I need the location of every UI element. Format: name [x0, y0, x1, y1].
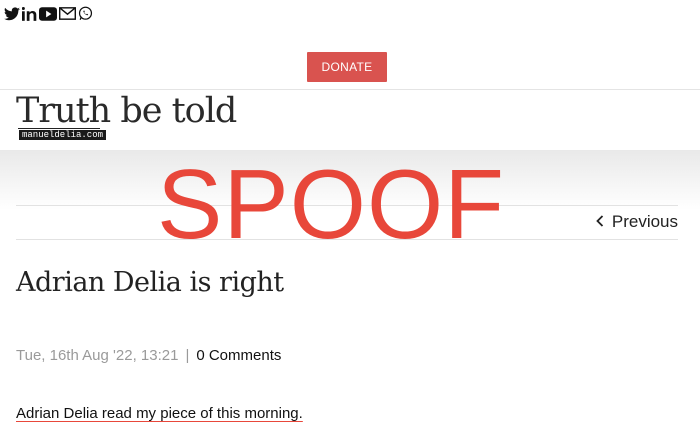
post-body-first-line: Adrian Delia read my piece of this morni… [16, 405, 303, 422]
email-icon[interactable] [59, 7, 76, 20]
donate-button[interactable]: DONATE [307, 52, 387, 82]
meta-separator: | [185, 347, 190, 364]
youtube-icon[interactable] [39, 6, 57, 21]
post-date: Tue, 16th Aug '22, 13:21 [16, 347, 179, 364]
previous-label: Previous [611, 212, 678, 231]
twitter-icon[interactable] [4, 6, 20, 21]
previous-post-link[interactable]: Previous [596, 212, 678, 232]
linkedin-icon[interactable] [22, 6, 37, 21]
post-title: Adrian Delia is right [16, 267, 284, 298]
comments-link[interactable]: 0 Comments [196, 347, 281, 364]
social-links [4, 6, 93, 21]
chevron-left-icon [596, 212, 604, 232]
spoof-overlay: SPOOF [157, 149, 506, 259]
site-title-underline [18, 128, 100, 129]
post-meta: Tue, 16th Aug '22, 13:21 | 0 Comments [16, 347, 281, 364]
site-title[interactable]: Truth be told [16, 94, 237, 129]
whatsapp-icon[interactable] [78, 6, 93, 21]
site-domain-badge: manueldelia.com [19, 130, 107, 140]
